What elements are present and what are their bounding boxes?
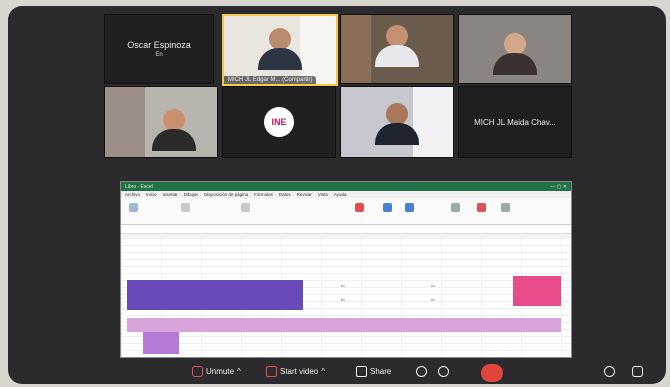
participant-tile-maida[interactable]: MICH JL Maida Chav... [458,86,572,158]
background-window [413,87,453,157]
menu-revisar[interactable]: Revisar [297,192,312,197]
font-icon[interactable] [181,203,190,212]
participant-name: Oscar Espinoza [127,40,191,50]
format-icon[interactable] [355,203,364,212]
meeting-toolbar: Unmute ^ Start video ^ Share [8,362,666,384]
chevron-up-icon[interactable]: ^ [321,367,325,376]
participant-name: MICH JL Maida Chav... [474,117,556,127]
menu-ayuda[interactable]: Ayuda [334,192,347,197]
participant-video [493,33,537,75]
find-icon[interactable] [501,203,510,212]
paste-icon[interactable] [129,203,138,212]
participant-tile-oscar[interactable]: Oscar Espinoza En [104,14,214,84]
header-block-purple [127,280,303,310]
reactions-button[interactable] [438,366,449,377]
smiley-icon [438,366,449,377]
menu-inicio[interactable]: Inicio [146,192,157,197]
column-header-band [127,318,561,332]
participant-tile-edgar[interactable]: MICH JL Edgar M... (Compartir) [222,14,338,86]
start-video-label: Start video [280,367,319,376]
menu-disposicion[interactable]: Disposición de página [204,192,248,197]
cell-text: ▪▪▪ [341,298,345,302]
sort-icon[interactable] [477,203,486,212]
chat-icon [632,366,643,377]
background-window [300,16,336,84]
menu-datos[interactable]: Datos [279,192,291,197]
participants-icon [604,366,615,377]
formula-bar[interactable] [121,225,571,234]
menu-archivo[interactable]: Archivo [125,192,140,197]
participant-video [258,28,302,70]
styles-icon[interactable] [405,203,414,212]
window-controls-icon[interactable]: — ▢ ✕ [550,184,567,190]
spreadsheet-grid[interactable]: ▪▪▪ ▪▪▪ ▪▪▪ ▪▪▪ [121,238,571,357]
participant-tile-7[interactable] [340,86,454,158]
table-icon[interactable] [383,203,392,212]
share-screen-icon [356,366,367,377]
video-off-icon [266,366,277,377]
cell-text: ▪▪▪ [431,284,435,288]
microphone-muted-icon [192,366,203,377]
excel-menu: Archivo Inicio Insertar Dibujar Disposic… [121,191,571,198]
chevron-up-icon[interactable]: ^ [237,367,241,376]
record-icon [416,366,427,377]
excel-ribbon [121,198,571,225]
participant-tile-3[interactable] [340,14,454,84]
start-video-button[interactable]: Start video ^ [266,366,325,377]
header-block-pink [513,276,561,306]
chat-button[interactable] [632,366,643,377]
menu-vista[interactable]: Vista [318,192,328,197]
share-label: Share [370,367,392,376]
unmute-label: Unmute [206,367,235,376]
participant-tile-4[interactable] [458,14,572,84]
excel-title: Libro - Excel [125,183,153,190]
excel-titlebar: Libro - Excel — ▢ ✕ [121,182,571,191]
align-icon[interactable] [241,203,250,212]
participant-video [375,103,419,145]
participant-tile-5[interactable] [104,86,218,158]
participant-subtext: En [155,52,163,58]
menu-insertar[interactable]: Insertar [163,192,178,197]
cell-text: ▪▪▪ [431,298,435,302]
record-button[interactable] [416,366,427,377]
shared-screen[interactable]: Libro - Excel — ▢ ✕ Archivo Inicio Inser… [120,181,572,358]
participants-button[interactable] [604,366,615,377]
background-office [105,87,145,157]
participant-video [375,25,419,67]
cells-icon[interactable] [451,203,460,212]
side-label-block [143,332,179,354]
unmute-button[interactable]: Unmute ^ [192,366,241,377]
share-button[interactable]: Share [356,366,391,377]
cell-text: ▪▪▪ [341,284,345,288]
menu-formulas[interactable]: Fórmulas [254,192,273,197]
participant-video [152,109,197,151]
end-call-button[interactable] [481,364,503,382]
background-shelf [341,15,371,83]
meeting-window: Oscar Espinoza En MICH JL Edgar M... (Co… [8,6,666,384]
participant-name: MICH JL Edgar M... (Compartir) [224,76,317,84]
ine-logo: INE [264,107,294,137]
participant-tile-ine[interactable]: INE [222,86,336,158]
menu-dibujar[interactable]: Dibujar [184,192,198,197]
